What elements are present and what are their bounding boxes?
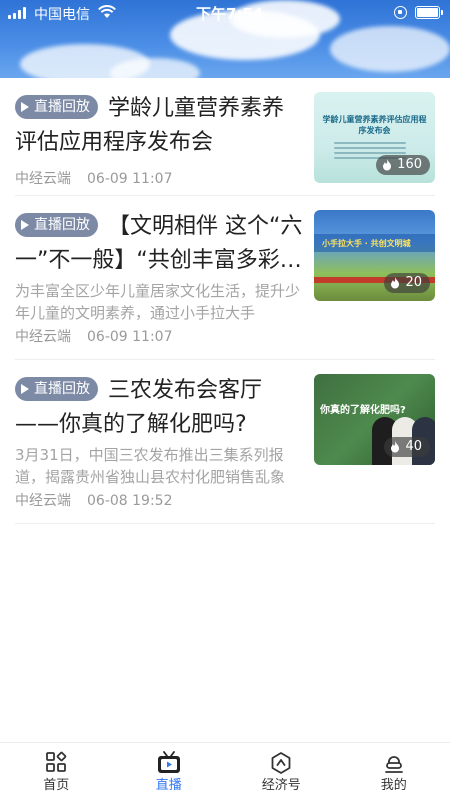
replay-badge: 直播回放 [15, 377, 98, 401]
tab-label: 直播 [155, 778, 182, 793]
thumbnail-caption: 小手拉大手 · 共创文明城 [322, 239, 411, 248]
live-replay-feed: 直播回放 学龄儿童营养素养评估应用程序发布会 中经云端 06-09 11:07 学龄… [0, 78, 450, 524]
clock: 下午7:54 [196, 5, 264, 23]
tv-icon [157, 751, 180, 773]
item-meta: 中经云端 06-09 11:07 [15, 168, 172, 188]
item-meta: 中经云端 06-09 11:07 [15, 326, 172, 346]
tab-label: 经济号 [261, 778, 301, 793]
replay-badge: 直播回放 [15, 95, 98, 119]
header-banner: 中国电信 下午7:54 [0, 0, 450, 78]
thumbnail-caption: 学龄儿童营养素养评估应用程序发布会 [322, 115, 427, 135]
cloud [110, 58, 200, 78]
user-icon [384, 756, 403, 773]
item-meta: 中经云端 06-08 19:52 [15, 490, 172, 510]
flame-icon [391, 277, 400, 289]
thumbnail-caption: 你真的了解化肥吗? [320, 405, 406, 416]
item-date: 06-09 11:07 [87, 329, 173, 345]
heat-badge: 20 [384, 273, 430, 293]
tab-live[interactable]: 直播 [113, 743, 226, 800]
item-summary: 3月31日，中国三农发布推出三集系列报道，揭露贵州省独山县农村化肥销售乱象 [15, 446, 286, 486]
item-source: 中经云端 [15, 329, 71, 345]
rotation-lock-icon [394, 6, 407, 19]
hexagon-icon [271, 752, 291, 774]
flame-icon [391, 441, 400, 453]
replay-badge: 直播回放 [15, 213, 98, 237]
list-item[interactable]: 直播回放 三农发布会客厅——你真的了解化肥吗? 3月31日，中国三农发布推出三集系… [15, 360, 435, 524]
status-bar: 中国电信 下午7:54 [0, 0, 450, 26]
grid-icon [46, 751, 67, 772]
heat-badge: 160 [376, 155, 430, 175]
tab-label: 首页 [43, 778, 70, 793]
list-item[interactable]: 直播回放【文明相伴 这个“六一”不一般】“共创丰富多彩的文明 为丰富全区少年儿童… [15, 196, 435, 360]
item-title: 直播回放 三农发布会客厅——你真的了解化肥吗? [15, 377, 263, 437]
battery-icon [415, 6, 443, 19]
item-thumbnail[interactable]: 学龄儿童营养素养评估应用程序发布会 160 [314, 92, 435, 183]
item-thumbnail[interactable]: 你真的了解化肥吗? 40 [314, 374, 435, 465]
item-title: 直播回放【文明相伴 这个“六一”不一般】“共创丰富多彩的文明 [15, 213, 303, 273]
item-source: 中经云端 [15, 171, 71, 187]
heat-count: 20 [405, 275, 422, 290]
wifi-icon [98, 5, 116, 18]
play-icon [21, 102, 29, 112]
tab-home[interactable]: 首页 [0, 743, 113, 800]
item-date: 06-08 19:52 [87, 493, 173, 509]
tab-economy[interactable]: 经济号 [225, 743, 338, 800]
flame-icon [383, 159, 392, 171]
item-title: 直播回放 学龄儿童营养素养评估应用程序发布会 [15, 95, 285, 155]
item-source: 中经云端 [15, 493, 71, 509]
heat-badge: 40 [384, 437, 430, 457]
heat-count: 40 [405, 439, 422, 454]
item-summary: 为丰富全区少年儿童居家文化生活，提升少年儿童的文明素养，通过小手拉大手 [15, 282, 301, 322]
tab-mine[interactable]: 我的 [338, 743, 450, 800]
play-icon [21, 384, 29, 394]
signal-icon [8, 7, 26, 19]
tab-label: 我的 [380, 778, 407, 793]
item-thumbnail[interactable]: 小手拉大手 · 共创文明城 20 [314, 210, 435, 301]
heat-count: 160 [397, 157, 422, 172]
item-date: 06-09 11:07 [87, 171, 173, 187]
bottom-tab-bar: 首页 直播 经济号 我的 [0, 742, 450, 800]
cloud [330, 26, 450, 72]
list-item[interactable]: 直播回放 学龄儿童营养素养评估应用程序发布会 中经云端 06-09 11:07 学龄… [15, 78, 435, 196]
carrier-name: 中国电信 [34, 7, 90, 23]
play-icon [21, 220, 29, 230]
